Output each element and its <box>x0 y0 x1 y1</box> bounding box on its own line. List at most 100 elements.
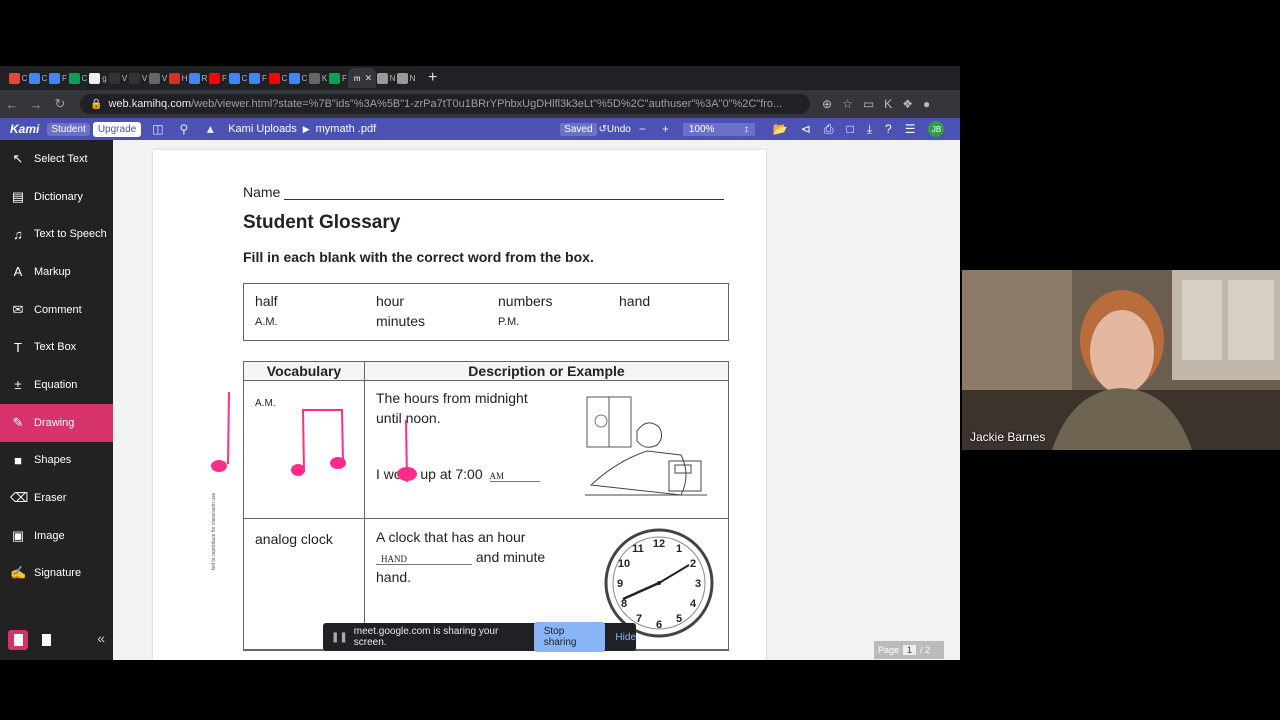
collapse-sidebar-icon[interactable]: « <box>97 630 105 646</box>
browser-tab[interactable]: N <box>376 68 396 88</box>
share-icon[interactable]: ⊲ <box>801 122 811 136</box>
open-folder-icon[interactable]: 📂 <box>773 122 788 136</box>
copyright-note: ted to reproduce for classroom use. <box>211 491 217 570</box>
url-path: /web/viewer.html?state=%7B"ids"%3A%5B"1-… <box>191 98 783 110</box>
sidebar-item-text-box[interactable]: T Text Box <box>0 328 113 366</box>
tab-title: C <box>21 73 28 83</box>
sidebar-item-text-to-speech[interactable]: ♫ Text to Speech <box>0 215 113 253</box>
bookmark-star-icon[interactable]: ☆ <box>842 97 853 111</box>
browser-tab[interactable]: C <box>28 68 48 88</box>
browser-tab[interactable]: g <box>88 68 108 88</box>
tab-title: C <box>241 73 248 83</box>
undo-button[interactable]: ↺Undo <box>599 124 631 135</box>
breadcrumb-folder[interactable]: Kami Uploads <box>228 123 296 135</box>
participant-name: Jackie Barnes <box>970 430 1046 444</box>
browser-tab[interactable]: R <box>188 68 208 88</box>
browser-tab[interactable]: C <box>268 68 288 88</box>
browser-tab[interactable]: F <box>48 68 68 88</box>
browser-tab-active[interactable]: m ✕ <box>348 68 376 88</box>
browser-tab[interactable]: C <box>228 68 248 88</box>
sidebar-item-comment[interactable]: ✉ Comment <box>0 291 113 329</box>
favicon-icon <box>8 72 20 84</box>
browser-tab[interactable]: V <box>148 68 168 88</box>
avatar[interactable]: JB <box>928 121 945 137</box>
extension-icon[interactable]: ▭ <box>863 97 874 111</box>
sidebar-toggle-icon[interactable]: ◫ <box>152 122 163 136</box>
browser-tab[interactable]: C <box>8 68 28 88</box>
browser-tab[interactable]: K <box>308 68 328 88</box>
breadcrumb-file[interactable]: mymath .pdf <box>316 123 377 135</box>
browser-tab[interactable]: F <box>328 68 348 88</box>
sidebar-item-markup[interactable]: A Markup <box>0 253 113 291</box>
select-text-icon: ↖ <box>12 150 24 166</box>
share-page-icon[interactable]: ⊕ <box>822 97 832 111</box>
browser-tab[interactable]: F <box>208 68 228 88</box>
browser-tab[interactable]: V <box>128 68 148 88</box>
print-icon[interactable]: ⎙ <box>824 122 834 137</box>
tab-title: K <box>321 73 328 83</box>
zoom-in-icon[interactable]: + <box>662 122 669 136</box>
drawing-icon: ✎ <box>12 414 24 430</box>
hide-button[interactable]: Hide <box>615 632 636 643</box>
screen-share-banner: ❚❚ meet.google.com is sharing your scree… <box>323 622 636 652</box>
profile-icon[interactable]: ● <box>923 97 930 111</box>
url-input[interactable]: 🔒 web.kamihq.com/web/viewer.html?state=%… <box>80 94 810 114</box>
comment-icon: ✉ <box>12 301 24 317</box>
upgrade-button[interactable]: Upgrade <box>92 121 142 137</box>
undo-label: Undo <box>606 123 631 135</box>
signature-icon: ✍ <box>10 565 27 581</box>
url-host: web.kamihq.com <box>108 98 191 110</box>
favicon-icon <box>376 72 388 84</box>
browser-tab[interactable]: C <box>68 68 88 88</box>
sidebar-item-label: Comment <box>34 303 82 316</box>
equation-icon: ± <box>14 377 22 393</box>
sidebar-item-image[interactable]: ▣ Image <box>0 517 113 555</box>
tab-title: C <box>81 73 88 83</box>
sidebar-item-signature[interactable]: ✍ Signature <box>0 555 113 593</box>
menu-icon[interactable]: ☰ <box>905 122 916 136</box>
name-blank[interactable] <box>284 188 725 200</box>
sidebar-item-label: Equation <box>34 378 78 391</box>
zoom-select[interactable]: 100% ↕ <box>682 122 755 136</box>
sidebar-item-shapes[interactable]: ■ Shapes <box>0 442 113 480</box>
sidebar-item-equation[interactable]: ± Equation <box>0 366 113 404</box>
page-number-input[interactable]: 1 <box>903 645 917 655</box>
back-icon[interactable]: ← <box>0 97 24 112</box>
browser-tab[interactable]: F <box>248 68 268 88</box>
save-icon[interactable]: □ <box>846 122 853 136</box>
forward-icon[interactable]: → <box>24 97 48 112</box>
search-icon[interactable]: ⚲ <box>180 122 189 136</box>
pdf-page[interactable]: Name Student Glossary Fill in each blank… <box>153 150 766 660</box>
sidebar-item-drawing[interactable]: ✎ Drawing <box>0 403 113 442</box>
double-page-view-icon[interactable] <box>36 630 56 650</box>
browser-tab[interactable]: N <box>396 68 416 88</box>
favicon-icon <box>308 72 320 84</box>
puzzle-icon[interactable]: ❖ <box>902 97 913 111</box>
tab-title: m <box>353 73 361 83</box>
new-tab-icon[interactable]: + <box>428 69 437 87</box>
help-icon[interactable]: ? <box>885 122 892 136</box>
download-icon[interactable]: ⤓ <box>867 122 872 137</box>
close-tab-icon[interactable]: ✕ <box>365 73 373 84</box>
svg-text:12: 12 <box>653 538 665 550</box>
kami-extension-icon[interactable]: K <box>884 97 892 111</box>
browser-tab[interactable]: H <box>168 68 188 88</box>
tab-title: H <box>181 73 188 83</box>
sidebar-item-select-text[interactable]: ↖ Select Text <box>0 140 113 178</box>
sidebar-item-dictionary[interactable]: ▤ Dictionary <box>0 178 113 216</box>
page-indicator: Page 1 / 2 <box>874 641 944 659</box>
drive-icon: ▲ <box>204 122 217 136</box>
tab-title: C <box>301 73 308 83</box>
stop-sharing-button[interactable]: Stop sharing <box>533 622 606 652</box>
zoom-out-icon[interactable]: − <box>639 122 646 136</box>
am-example-answer: AM <box>489 471 540 482</box>
browser-tab[interactable]: C <box>288 68 308 88</box>
sidebar-item-eraser[interactable]: ⌫ Eraser <box>0 479 113 517</box>
browser-tab[interactable]: V <box>108 68 128 88</box>
single-page-view-icon[interactable] <box>8 630 28 650</box>
reload-icon[interactable]: ↻ <box>48 96 72 112</box>
document-viewer[interactable]: Name Student Glossary Fill in each blank… <box>113 140 960 660</box>
tool-sidebar: ↖ Select Text ▤ Dictionary ♫ Text to Speech A M… <box>0 140 113 660</box>
instructions: Fill in each blank with the correct word… <box>243 249 594 265</box>
favicon-icon <box>49 72 61 84</box>
